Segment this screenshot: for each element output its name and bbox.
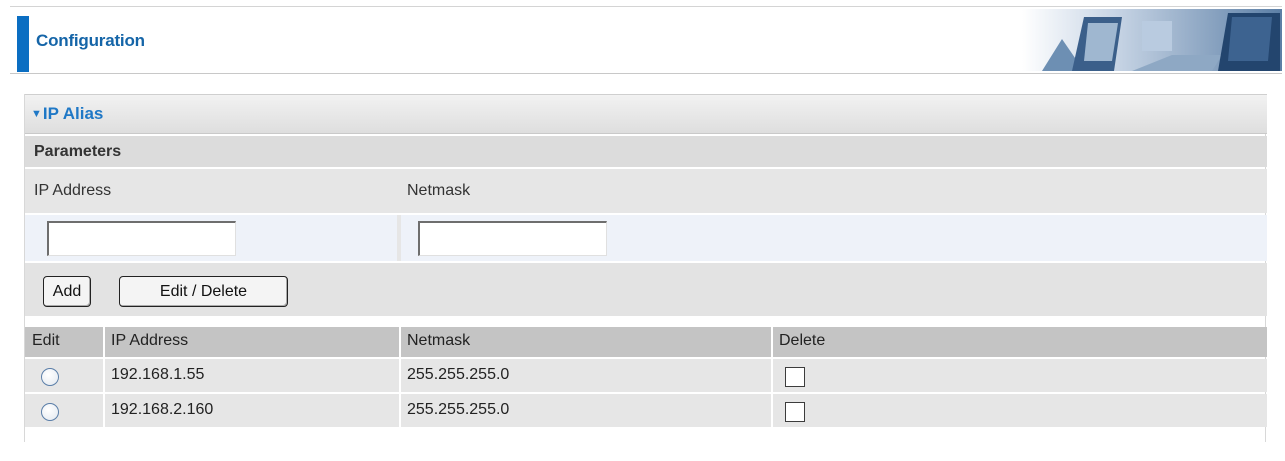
row-ip-address: 192.168.1.55 <box>111 366 205 383</box>
add-button[interactable]: Add <box>43 276 91 307</box>
column-divider <box>771 359 773 392</box>
column-divider <box>103 394 105 427</box>
edit-radio[interactable] <box>41 368 59 386</box>
column-divider <box>399 359 401 392</box>
column-divider <box>103 327 105 357</box>
parameters-label: Parameters <box>34 143 122 160</box>
row-netmask: 255.255.255.0 <box>407 366 510 383</box>
ip-alias-panel: ▼IP Alias Parameters IP Address Netmask … <box>24 94 1267 442</box>
parameters-row: Parameters <box>25 136 1267 167</box>
office-banner-image <box>1022 9 1282 71</box>
column-divider <box>399 394 401 427</box>
field-labels-row: IP Address Netmask <box>25 169 1267 213</box>
row-netmask: 255.255.255.0 <box>407 401 510 418</box>
actions-row: Add Edit / Delete <box>25 263 1267 316</box>
edit-delete-button[interactable]: Edit / Delete <box>119 276 288 307</box>
section-title-text: IP Alias <box>42 104 104 123</box>
netmask-cell <box>401 215 1267 261</box>
col-header-netmask: Netmask <box>407 332 471 349</box>
row-ip-address: 192.168.2.160 <box>111 401 214 418</box>
ip-address-cell <box>25 215 397 261</box>
column-divider <box>103 359 105 392</box>
delete-checkbox[interactable] <box>785 402 805 422</box>
col-header-edit: Edit <box>32 332 60 349</box>
header-accent-bar <box>17 16 29 72</box>
edit-radio[interactable] <box>41 403 59 421</box>
table-row: 192.168.2.160 255.255.255.0 <box>25 394 1267 427</box>
column-divider <box>399 327 401 357</box>
col-header-ip-address: IP Address <box>111 332 189 349</box>
table-row: 192.168.1.55 255.255.255.0 <box>25 359 1267 392</box>
column-divider <box>771 327 773 357</box>
column-divider <box>771 394 773 427</box>
page-header: Configuration <box>10 6 1282 74</box>
netmask-input[interactable] <box>418 221 607 256</box>
delete-checkbox[interactable] <box>785 367 805 387</box>
section-header[interactable]: ▼IP Alias <box>25 94 1267 134</box>
ip-address-label: IP Address <box>34 182 112 199</box>
netmask-label: Netmask <box>407 182 471 199</box>
col-header-delete: Delete <box>779 332 826 349</box>
table-header: Edit IP Address Netmask Delete <box>25 327 1267 357</box>
collapse-arrow-icon[interactable]: ▼ <box>31 108 42 120</box>
field-inputs-row <box>25 215 1267 261</box>
ip-address-input[interactable] <box>47 221 236 256</box>
section-title[interactable]: ▼IP Alias <box>31 104 103 124</box>
page-title: Configuration <box>36 31 145 50</box>
